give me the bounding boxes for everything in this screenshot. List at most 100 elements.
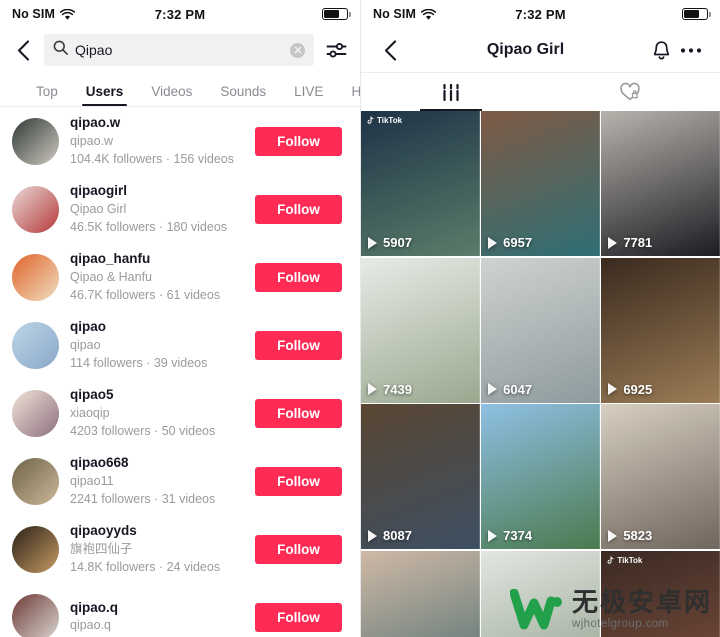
play-icon [488, 383, 498, 395]
tab-label: Videos [151, 84, 193, 99]
user-stats: 46.5K followers · 180 videos [70, 219, 228, 234]
user-info: qipao_hanfu Qipao & Hanfu 46.7K followers … [70, 250, 244, 303]
view-count: 6957 [488, 235, 532, 250]
more-options-button[interactable] [676, 35, 706, 65]
view-count: 5823 [608, 528, 652, 543]
tab-top[interactable]: Top [22, 84, 72, 106]
user-stats: 2241 followers · 31 videos [70, 491, 216, 506]
tab-videos[interactable]: Videos [137, 84, 206, 106]
profile-back-button[interactable] [375, 35, 405, 65]
avatar[interactable] [12, 525, 59, 573]
avatar[interactable] [12, 185, 59, 233]
app-screenshot: No SIM 7:32 PM Qipao Top Users Videos So… [0, 0, 720, 637]
profile-panel: No SIM 7:32 PM Qipao Girl 5907 TikTok 69… [360, 0, 720, 637]
user-info: qipao.w qipao.w 104.4K followers · 156 vid… [70, 114, 244, 167]
play-icon [368, 383, 377, 395]
video-thumbnail[interactable]: 7781 [601, 111, 720, 256]
user-results-list: qipao.w qipao.w 104.4K followers · 156 vid… [0, 107, 360, 637]
user-name: qipao5 [70, 387, 114, 403]
avatar[interactable] [12, 593, 59, 637]
view-count-label: 7374 [503, 528, 533, 543]
tab-users[interactable]: Users [72, 84, 138, 106]
avatar[interactable] [12, 117, 59, 165]
avatar[interactable] [12, 253, 59, 301]
user-handle: xiaoqip [70, 405, 110, 420]
more-horizontal-icon [680, 47, 702, 53]
play-icon [368, 236, 377, 249]
video-thumbnail[interactable]: 6047 [481, 257, 600, 403]
tab-sounds[interactable]: Sounds [206, 84, 280, 106]
tab-liked[interactable] [541, 73, 720, 111]
user-handle: qipao.q [70, 618, 112, 633]
user-result-row[interactable]: qipao668 qipao11 2241 followers · 31 video… [0, 447, 360, 515]
user-info: qipao668 qipao11 2241 followers · 31 video… [70, 454, 244, 507]
user-stats: 46.7K followers · 61 videos [70, 287, 221, 302]
view-count-label: 6925 [623, 381, 653, 397]
user-result-row[interactable]: qipao.w qipao.w 104.4K followers · 156 vid… [0, 107, 360, 175]
clock-label: 7:32 PM [154, 6, 206, 22]
search-query-text: Qipao [75, 42, 113, 58]
video-thumbnail[interactable] [361, 550, 480, 637]
video-thumbnail[interactable]: 7374 [481, 404, 600, 549]
user-stats: 14.8K followers · 24 videos [70, 559, 221, 574]
follow-button[interactable]: Follow [255, 398, 342, 428]
page-title: Qipao Girl [486, 41, 565, 58]
play-icon [488, 529, 498, 542]
view-count: 7781 [608, 235, 652, 250]
back-button[interactable] [10, 35, 36, 65]
follow-button[interactable]: Follow [255, 602, 342, 632]
user-result-row[interactable]: qipao qipao 114 followers · 39 videos Follo… [0, 311, 360, 379]
user-result-row[interactable]: qipao5 xiaoqip 4203 followers · 50 videos F… [0, 379, 360, 447]
filter-button[interactable] [322, 35, 350, 65]
video-thumbnail[interactable]: 8087 [361, 404, 480, 549]
tab-label: LIVE [294, 84, 324, 99]
clock-label: 7:32 PM [515, 6, 566, 22]
search-icon [53, 40, 68, 60]
user-result-row[interactable]: qipao_hanfu Qipao & Hanfu 46.7K followers … [0, 243, 360, 311]
tab-label: Sounds [220, 84, 267, 99]
view-count: 6925 [608, 382, 652, 397]
tiktok-watermark-icon: TikTok [606, 556, 642, 565]
search-input[interactable]: Qipao [44, 34, 314, 66]
tab-ha[interactable]: Ha [337, 84, 360, 106]
view-count: 7439 [368, 382, 412, 397]
video-thumbnail[interactable]: 5907 TikTok [361, 111, 480, 256]
video-thumbnail[interactable]: 6925 [601, 257, 720, 403]
user-result-row[interactable]: qipaoyyds 旗袍四仙子 14.8K followers · 24 video… [0, 515, 360, 583]
heart-locked-icon [620, 82, 640, 101]
user-name: qipao_hanfu [70, 251, 151, 267]
tab-posts[interactable] [361, 73, 541, 111]
tab-label: Ha [351, 84, 360, 99]
status-bar-right: No SIM 7:32 PM [361, 0, 720, 28]
avatar[interactable] [12, 389, 59, 437]
user-info: qipaoyyds 旗袍四仙子 14.8K followers · 24 video… [70, 522, 244, 575]
tab-live[interactable]: LIVE [280, 84, 337, 106]
follow-button[interactable]: Follow [255, 126, 342, 156]
view-count: 5907 [368, 235, 412, 250]
grid-posts-icon [443, 83, 459, 101]
avatar[interactable] [12, 321, 59, 369]
user-handle: 旗袍四仙子 [70, 541, 133, 556]
notifications-button[interactable] [646, 35, 676, 65]
search-results-panel: No SIM 7:32 PM Qipao Top Users Videos So… [0, 0, 360, 637]
video-thumbnail[interactable]: 7439 [361, 257, 480, 403]
follow-button[interactable]: Follow [255, 262, 342, 292]
avatar[interactable] [12, 457, 59, 505]
battery-icon [322, 7, 351, 21]
view-count-label: 8087 [383, 528, 412, 543]
user-info: qipao.q qipao.q [70, 599, 244, 635]
video-thumbnail[interactable]: 5823 [601, 404, 720, 549]
video-thumbnail[interactable]: 6957 [481, 111, 600, 256]
follow-button[interactable]: Follow [255, 330, 342, 360]
follow-button[interactable]: Follow [255, 466, 342, 496]
filter-sliders-icon [326, 42, 346, 58]
clear-search-icon[interactable] [290, 42, 305, 58]
follow-button[interactable]: Follow [255, 534, 342, 564]
site-watermark: 无极安卓网 wjhotelgroup.com [509, 588, 712, 631]
user-handle: Qipao & Hanfu [70, 269, 152, 284]
user-result-row[interactable]: qipao.q qipao.q Follow [0, 583, 360, 637]
search-category-tabs: Top Users Videos Sounds LIVE Ha [0, 72, 360, 106]
user-result-row[interactable]: qipaogirl Qipao Girl 46.5K followers · 180… [0, 175, 360, 243]
tab-label: Users [85, 84, 124, 99]
follow-button[interactable]: Follow [255, 194, 342, 224]
